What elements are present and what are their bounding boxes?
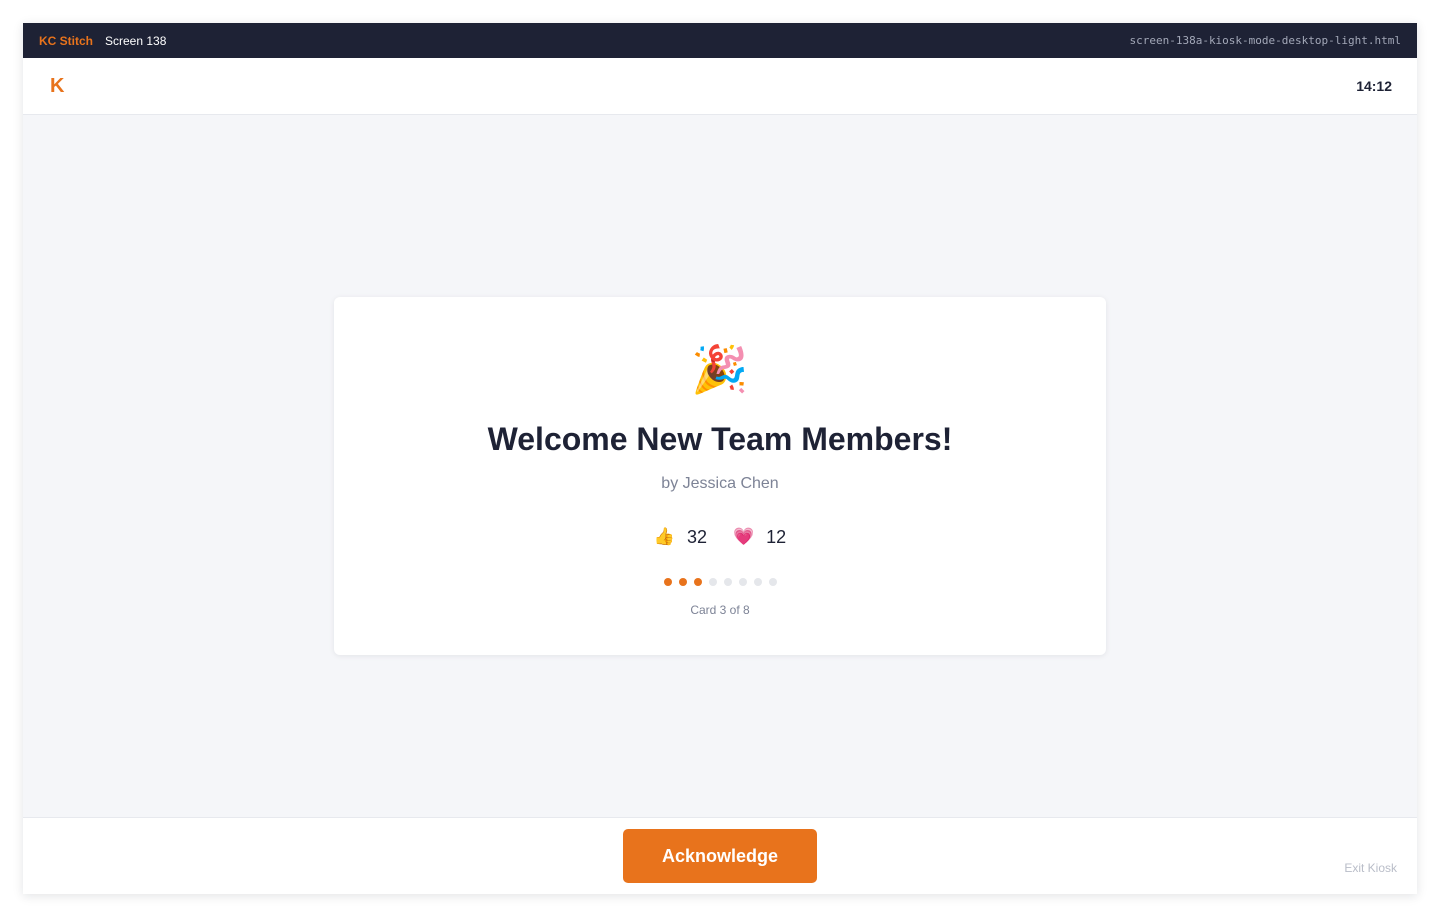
file-name: screen-138a-kiosk-mode-desktop-light.htm… (1129, 34, 1401, 47)
reactions: 👍 32 💗 12 (334, 525, 1106, 549)
thumbs-up-icon: 👍 (653, 527, 675, 546)
clock: 14:12 (1356, 78, 1392, 94)
top-bar: KC Stitch Screen 138 screen-138a-kiosk-m… (23, 23, 1417, 58)
pagination-dot[interactable] (753, 578, 762, 586)
reaction-thumbs-up[interactable]: 👍 32 (654, 525, 707, 549)
kiosk-window: KC Stitch Screen 138 screen-138a-kiosk-m… (23, 23, 1417, 894)
logo: K (50, 74, 65, 97)
screen-label: Screen 138 (105, 33, 167, 48)
kiosk-footer: Acknowledge Exit Kiosk (23, 817, 1417, 894)
card-author: by Jessica Chen (661, 475, 779, 492)
reaction-heart[interactable]: 💗 12 (733, 525, 786, 549)
party-popper-icon: 🎉 (691, 343, 749, 395)
pagination-dots (334, 578, 1106, 586)
pagination-dot[interactable] (663, 578, 672, 586)
pagination-dot[interactable] (693, 578, 702, 586)
heart-icon: 💗 (733, 527, 755, 546)
acknowledge-button[interactable]: Acknowledge (623, 829, 817, 883)
reaction-count: 32 (686, 527, 707, 547)
pagination-dot[interactable] (708, 578, 717, 586)
card-counter: Card 3 of 8 (690, 603, 750, 617)
card-title: Welcome New Team Members! (487, 421, 953, 457)
kiosk-header: K 14:12 (23, 58, 1417, 115)
card-stage: 🎉 Welcome New Team Members! by Jessica C… (23, 115, 1417, 817)
pagination-dot[interactable] (768, 578, 777, 586)
pagination-dot[interactable] (738, 578, 747, 586)
brand-label: KC Stitch (39, 33, 93, 48)
announcement-card: 🎉 Welcome New Team Members! by Jessica C… (334, 297, 1106, 655)
pagination-dot[interactable] (678, 578, 687, 586)
pagination-dot[interactable] (723, 578, 732, 586)
exit-kiosk-link[interactable]: Exit Kiosk (1344, 861, 1397, 875)
reaction-count: 12 (766, 527, 787, 547)
